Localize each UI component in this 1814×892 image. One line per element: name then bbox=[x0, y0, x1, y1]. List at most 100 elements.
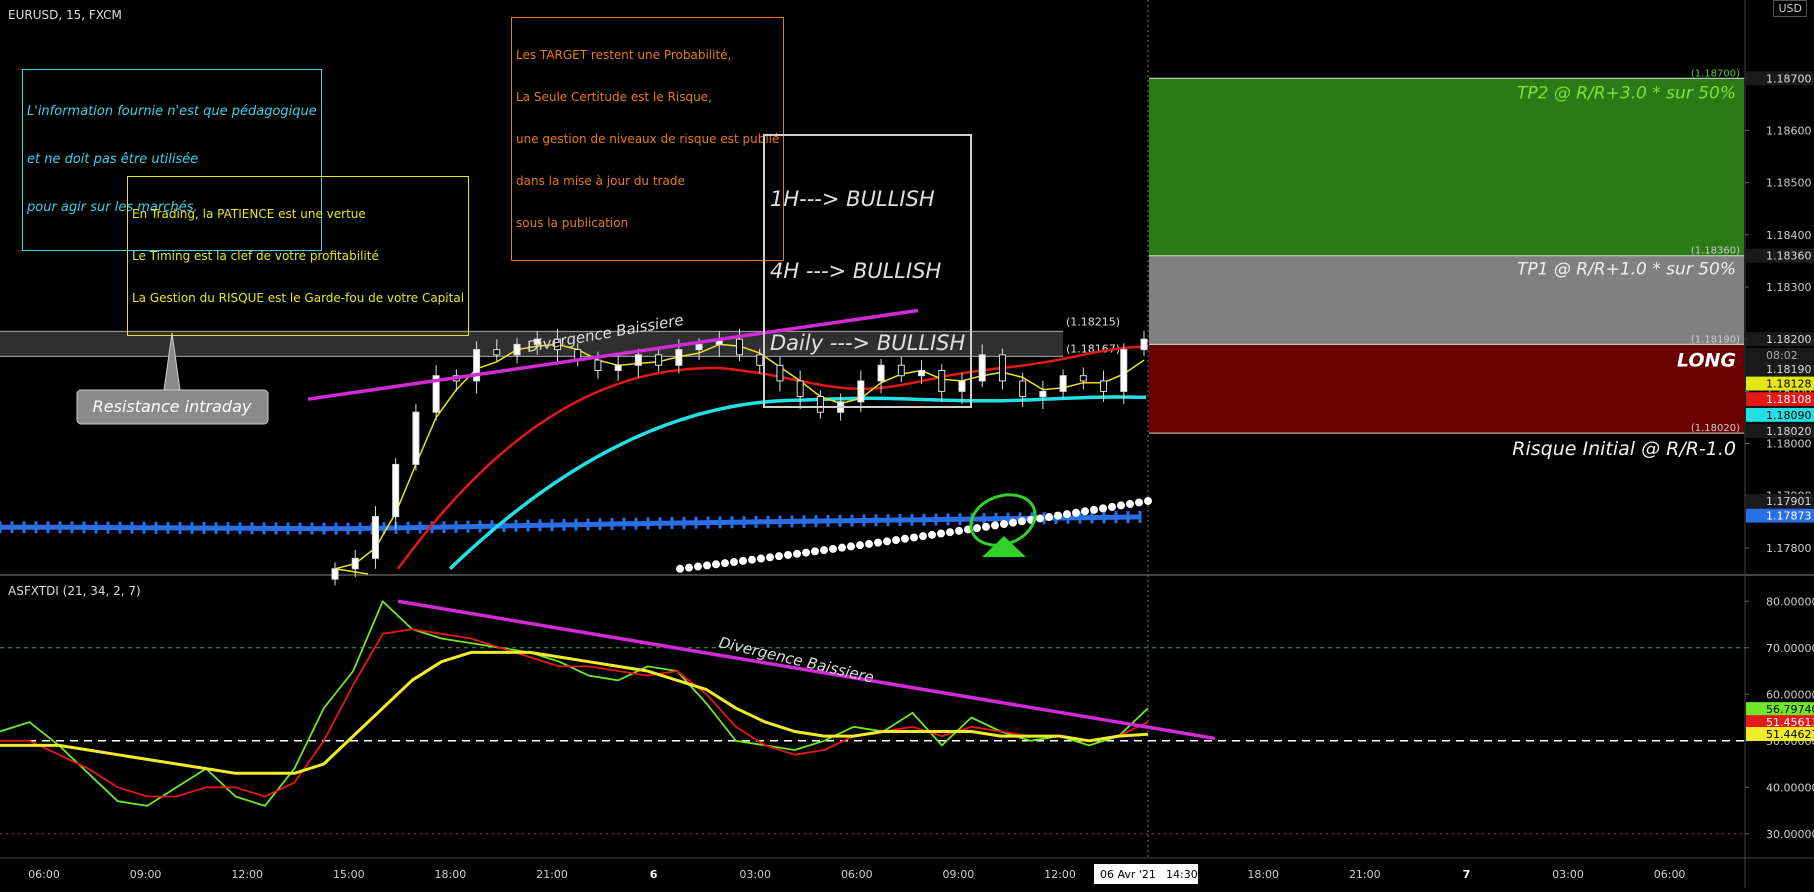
target-line-3: une gestion de niveaux de risque est pub… bbox=[516, 132, 780, 146]
white-ma-dot bbox=[1000, 520, 1008, 529]
time-tick-label: 03:00 bbox=[1552, 868, 1584, 881]
candle-body bbox=[675, 349, 683, 366]
white-ma-dot bbox=[802, 548, 810, 557]
bias-1h: 1H---> BULLISH bbox=[770, 187, 935, 211]
price-badge-label: 1.17901 bbox=[1766, 495, 1812, 508]
time-tick-label: 18:00 bbox=[1247, 868, 1279, 881]
white-ma-dot bbox=[793, 549, 801, 558]
candle-body bbox=[412, 411, 420, 465]
long-label: LONG bbox=[1677, 349, 1736, 371]
time-tick-label: 21:00 bbox=[1349, 868, 1381, 881]
white-ma-dot bbox=[1108, 502, 1116, 511]
time-cursor-date: 06 Avr '21 bbox=[1100, 868, 1156, 881]
price-badge-label: 1.18128 bbox=[1766, 378, 1812, 391]
white-ma-dot bbox=[1045, 513, 1053, 522]
candle-body bbox=[1120, 349, 1128, 392]
target-line-5: sous la publication bbox=[516, 216, 629, 230]
resistance-callout-text: Resistance intraday bbox=[93, 397, 252, 416]
time-tick-label: 21:00 bbox=[536, 868, 568, 881]
white-ma-dot bbox=[1063, 510, 1071, 519]
target-line-4: dans la mise à jour du trade bbox=[516, 174, 685, 188]
entry-level-label: (1.18190) bbox=[1691, 334, 1740, 345]
indicator-badge-label: 56.79740 bbox=[1766, 703, 1814, 716]
price-badge-label: 1.17873 bbox=[1766, 510, 1812, 523]
white-ma-dot bbox=[1099, 504, 1107, 513]
white-ma-dot bbox=[955, 526, 963, 535]
time-tick-label: 15:00 bbox=[333, 868, 365, 881]
candle-body bbox=[1100, 380, 1108, 392]
tdi-red-line bbox=[0, 628, 1149, 798]
price-badge-label: 1.18090 bbox=[1766, 409, 1812, 422]
risk-zone bbox=[1149, 344, 1744, 434]
time-tick-label: 09:00 bbox=[130, 868, 162, 881]
white-ma-dot bbox=[676, 564, 684, 573]
white-ma-dot bbox=[991, 521, 999, 530]
price-tick-label: 1.18400 bbox=[1766, 229, 1812, 242]
time-cursor-time: 14:30 bbox=[1166, 868, 1198, 881]
candle-body bbox=[351, 557, 359, 570]
price-badge-label: 08:02 bbox=[1766, 349, 1798, 362]
price-tick-label: 1.17800 bbox=[1766, 542, 1812, 555]
white-ma-dot bbox=[946, 528, 954, 537]
candle-body bbox=[392, 463, 400, 518]
trading-line-1: En Trading, la PATIENCE est une vertue bbox=[132, 207, 366, 221]
candle-body bbox=[655, 354, 663, 366]
white-ma-dot bbox=[1144, 496, 1152, 505]
tp2-level-label: (1.18700) bbox=[1691, 68, 1740, 79]
bias-4h: 4H ---> BULLISH bbox=[770, 259, 942, 283]
price-tick-label: 1.18300 bbox=[1766, 281, 1812, 294]
candle-body bbox=[331, 568, 339, 580]
white-ma-dot bbox=[1081, 507, 1089, 516]
target-note: Les TARGET restent une Probabilité, La S… bbox=[511, 17, 785, 261]
trading-note: En Trading, la PATIENCE est une vertue L… bbox=[127, 176, 470, 336]
tp2-label: TP2 @ R/R+3.0 * sur 50% bbox=[1517, 83, 1736, 103]
trading-line-2: Le Timing est la clef de votre profitabi… bbox=[132, 249, 379, 263]
white-ma-dot bbox=[1009, 518, 1017, 527]
white-ma-dot bbox=[829, 544, 837, 553]
candle-body bbox=[1140, 338, 1148, 351]
target-line-2: La Seule Certitude est le Risque, bbox=[516, 90, 712, 104]
candle-body bbox=[978, 354, 986, 382]
time-tick-label: 06:00 bbox=[1654, 868, 1686, 881]
white-ma-dot bbox=[712, 560, 720, 569]
white-ma-dot bbox=[1072, 508, 1080, 517]
candle-body bbox=[371, 516, 379, 559]
white-ma-dot bbox=[766, 553, 774, 562]
white-ma-dot bbox=[748, 555, 756, 564]
indicator-badge-label: 51.44627 bbox=[1766, 728, 1814, 741]
candle-body bbox=[998, 354, 1006, 382]
white-ma-dot bbox=[847, 542, 855, 551]
white-ma-dot bbox=[883, 537, 891, 546]
risk-label: Risque Initial @ R/R-1.0 bbox=[1512, 438, 1736, 460]
candle-body bbox=[736, 338, 743, 356]
target-line-1: Les TARGET restent une Probabilité, bbox=[516, 48, 732, 62]
white-ma-dot bbox=[892, 536, 900, 545]
white-ma-dot bbox=[703, 561, 711, 570]
candle-body bbox=[695, 343, 703, 351]
white-ma-dot bbox=[973, 524, 981, 533]
price-tick-label: 1.18600 bbox=[1766, 124, 1812, 137]
indicator-tick-label: 40.00000 bbox=[1766, 781, 1814, 794]
indicator-tick-label: 30.00000 bbox=[1766, 828, 1814, 841]
price-badge-label: 1.18190 bbox=[1766, 363, 1812, 376]
white-ma-dot bbox=[721, 559, 729, 568]
trading-line-3: La Gestion du RISQUE est le Garde-fou de… bbox=[132, 291, 465, 305]
cyan-ema-line bbox=[448, 395, 1147, 571]
candle-body bbox=[1039, 390, 1047, 398]
white-ma-dot bbox=[1036, 514, 1044, 523]
white-ma-dot bbox=[1117, 501, 1125, 510]
white-ma-dot bbox=[1018, 517, 1026, 526]
white-ma-dot bbox=[874, 538, 882, 547]
price-badge-label: 1.18020 bbox=[1766, 425, 1812, 438]
candle-body bbox=[493, 349, 501, 356]
white-ma-dot bbox=[820, 546, 828, 555]
white-ma-dot bbox=[1135, 498, 1143, 507]
chart-stage[interactable]: (1.18700) (1.18360) (1.18190) (1.18020) TP2 … bbox=[0, 0, 1814, 888]
tdi-yellow-line bbox=[0, 650, 1149, 775]
white-ma-dot bbox=[730, 558, 738, 567]
price-badge-label: 1.18700 bbox=[1766, 72, 1812, 85]
resistance-high-label: (1.18215) bbox=[1066, 315, 1120, 328]
price-badge-label: 1.18360 bbox=[1766, 250, 1812, 263]
white-ma-dot bbox=[811, 547, 819, 556]
candle-body bbox=[634, 354, 642, 366]
